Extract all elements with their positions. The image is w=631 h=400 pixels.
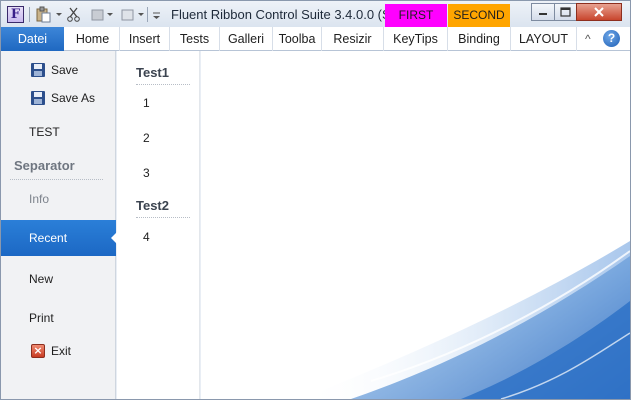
contextual-group-first: FIRST bbox=[385, 4, 447, 27]
backstage-save-as-button[interactable]: Save As bbox=[1, 87, 116, 109]
chevron-down-icon[interactable] bbox=[138, 13, 144, 16]
group-title-test2: Test2 bbox=[136, 198, 169, 213]
tab-toolba[interactable]: Toolba bbox=[273, 27, 322, 51]
tab-insert[interactable]: Insert bbox=[120, 27, 170, 51]
chevron-down-icon[interactable] bbox=[107, 13, 113, 16]
minimize-icon bbox=[539, 13, 547, 15]
minimize-button[interactable] bbox=[531, 3, 555, 21]
tab-file[interactable]: Datei bbox=[1, 27, 64, 51]
save-as-icon bbox=[31, 91, 45, 105]
backstage-save-button[interactable]: Save bbox=[1, 59, 116, 81]
save-icon bbox=[31, 63, 45, 77]
exit-icon: × bbox=[31, 344, 45, 358]
recent-list: Test1 1 2 3 Test2 4 bbox=[117, 51, 200, 399]
tab-galleri[interactable]: Galleri bbox=[220, 27, 273, 51]
backstage-menu: Save Save As TEST Separator Info Recent … bbox=[1, 51, 117, 399]
backstage-save-label: Save bbox=[51, 63, 79, 77]
backstage-content-area bbox=[201, 51, 630, 399]
minimize-ribbon-icon[interactable]: ^ bbox=[585, 32, 591, 46]
backstage-exit-button[interactable]: × Exit bbox=[1, 340, 116, 362]
backstage-swoosh-decoration bbox=[301, 241, 630, 399]
format-icon[interactable] bbox=[90, 6, 106, 23]
group-divider bbox=[136, 84, 190, 85]
list-item[interactable]: 3 bbox=[143, 166, 150, 180]
app-icon[interactable]: F bbox=[7, 6, 24, 23]
list-item[interactable]: 2 bbox=[143, 131, 150, 145]
backstage-separator-label: Separator bbox=[14, 158, 75, 173]
qat-separator bbox=[29, 7, 30, 22]
group-divider bbox=[136, 217, 190, 218]
paste-icon[interactable] bbox=[34, 6, 52, 23]
backstage-recent-tab[interactable]: Recent bbox=[1, 220, 117, 256]
help-icon[interactable]: ? bbox=[603, 30, 620, 47]
title-bar: F Fluent Ribbon Control Suite 3.4.0.0 (S… bbox=[1, 1, 630, 27]
backstage-info-tab[interactable]: Info bbox=[1, 188, 116, 210]
cut-icon[interactable] bbox=[67, 6, 81, 23]
group-title-test1: Test1 bbox=[136, 65, 169, 80]
tab-binding[interactable]: Binding bbox=[448, 27, 511, 51]
customize-qat-icon[interactable] bbox=[151, 6, 163, 23]
window-title: Fluent Ribbon Control Suite 3.4.0.0 (SR.… bbox=[171, 7, 411, 22]
backstage-test-label: TEST bbox=[29, 125, 60, 139]
maximize-button[interactable] bbox=[554, 3, 577, 21]
qat-separator bbox=[147, 7, 148, 22]
tab-home[interactable]: Home bbox=[66, 27, 120, 51]
close-icon bbox=[594, 7, 604, 17]
tab-tests[interactable]: Tests bbox=[170, 27, 220, 51]
backstage-recent-label: Recent bbox=[29, 231, 68, 245]
app-window: F Fluent Ribbon Control Suite 3.4.0.0 (S… bbox=[0, 0, 631, 400]
backstage-print-tab[interactable]: Print bbox=[1, 307, 116, 329]
backstage-separator-line bbox=[10, 179, 103, 180]
shape-icon[interactable] bbox=[120, 6, 136, 23]
chevron-down-icon[interactable] bbox=[56, 13, 62, 16]
contextual-group-second: SECOND bbox=[448, 4, 510, 27]
backstage-info-label: Info bbox=[29, 192, 50, 206]
backstage-exit-label: Exit bbox=[51, 344, 72, 358]
tab-keytips[interactable]: KeyTips bbox=[384, 27, 448, 51]
ribbon-tab-bar: Datei Home Insert Tests Galleri Toolba R… bbox=[1, 27, 630, 51]
list-item[interactable]: 4 bbox=[143, 230, 150, 244]
maximize-icon bbox=[560, 7, 571, 17]
backstage-new-tab[interactable]: New bbox=[1, 268, 116, 290]
tab-layout[interactable]: LAYOUT bbox=[511, 27, 577, 51]
backstage-new-label: New bbox=[29, 272, 54, 286]
backstage-save-as-label: Save As bbox=[51, 91, 96, 105]
backstage-test-tab[interactable]: TEST bbox=[1, 121, 116, 143]
close-button[interactable] bbox=[576, 3, 622, 21]
list-item[interactable]: 1 bbox=[143, 96, 150, 110]
tab-resizir[interactable]: Resizir bbox=[322, 27, 384, 51]
backstage-print-label: Print bbox=[29, 311, 54, 325]
